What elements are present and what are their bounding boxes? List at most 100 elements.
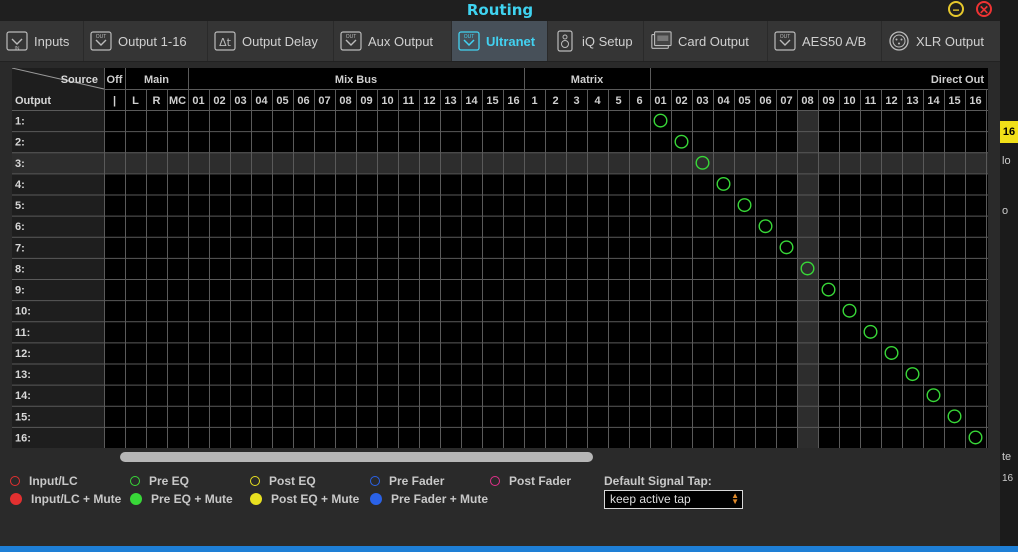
routing-grid[interactable]: Off Main Mix Bus Matrix Direct Out Source Outp… [12, 68, 988, 448]
legend-label: Pre EQ + Mute [151, 492, 233, 506]
route-marker [968, 430, 983, 445]
column-label: R [153, 95, 161, 107]
legend-input-lc: Input/LC [10, 474, 78, 488]
legend-pre-eq: Pre EQ [130, 474, 189, 488]
corner-source-label: Source [61, 74, 98, 86]
route-marker [863, 324, 878, 339]
route-marker [716, 176, 731, 191]
column-label: 12 [885, 95, 897, 107]
close-button[interactable]: ✕ [976, 1, 992, 17]
corner-output-label: Output [15, 95, 51, 107]
route-marker [947, 409, 962, 424]
column-label: 1 [531, 95, 537, 107]
column-label: 10 [381, 95, 393, 107]
column-label: 16 [507, 95, 519, 107]
route-marker [821, 282, 836, 297]
xlr-icon [888, 29, 910, 53]
legend-label: Post EQ + Mute [271, 492, 360, 506]
legend-pre-fader: Pre Fader [370, 474, 444, 488]
column-label: 09 [822, 95, 834, 107]
minimize-button[interactable]: − [948, 1, 964, 17]
row-label: 10: [15, 306, 31, 318]
column-label: 14 [927, 95, 940, 107]
row-label: 1: [15, 116, 25, 128]
row-label: 13: [15, 369, 31, 381]
tab-ultranet[interactable]: OUT Ultranet [452, 21, 548, 61]
column-label: 2 [552, 95, 558, 107]
row-label: 9: [15, 285, 25, 297]
column-label: 4 [594, 95, 601, 107]
legend-post-eq: Post EQ [250, 474, 316, 488]
column-label: 16 [969, 95, 981, 107]
route-marker [926, 388, 941, 403]
default-signal-tap-value: keep active tap [610, 492, 691, 506]
column-label: MC [169, 95, 186, 107]
column-label: 13 [906, 95, 918, 107]
tab-inputs[interactable]: IN Inputs [0, 21, 84, 61]
title-bar: Routing − ✕ [0, 0, 1000, 21]
tab-iq-setup[interactable]: iQ Setup [548, 21, 644, 61]
svg-text:OUT: OUT [464, 34, 475, 40]
speaker-icon [554, 29, 576, 53]
card-icon [650, 29, 672, 53]
route-marker [674, 134, 689, 149]
column-label: 3 [573, 95, 579, 107]
delta-t-icon: Δt [214, 29, 236, 53]
routing-window: Routing − ✕ IN Inputs OUT Output 1-16 Δt… [0, 0, 1000, 546]
column-label: | [113, 95, 116, 107]
column-label: 08 [801, 95, 813, 107]
legend-label: Input/LC [29, 474, 78, 488]
blue-ring-icon [370, 476, 380, 486]
tab-label: Aux Output [368, 33, 434, 49]
column-label: 03 [696, 95, 708, 107]
column-label: 09 [360, 95, 372, 107]
column-label: 05 [276, 95, 288, 107]
legend-label: Post Fader [509, 474, 572, 488]
row-label: 7: [15, 242, 25, 254]
row-label: 11: [15, 327, 30, 339]
blue-dot-icon [370, 493, 382, 505]
column-label: 06 [759, 95, 771, 107]
tab-card-output[interactable]: Card Output [644, 21, 768, 61]
tab-aes50-ab[interactable]: OUT AES50 A/B [768, 21, 882, 61]
horizontal-scrollbar[interactable] [12, 450, 988, 464]
legend-pre-eq-mute: Pre EQ + Mute [130, 492, 233, 506]
svg-text:OUT: OUT [780, 34, 791, 40]
red-dot-icon [10, 493, 22, 505]
column-label: 11 [403, 95, 415, 107]
legend-label: Pre Fader + Mute [391, 492, 489, 506]
default-signal-tap-label: Default Signal Tap: [604, 474, 712, 488]
group-header: Off [107, 74, 123, 86]
tab-output-delay[interactable]: Δt Output Delay [208, 21, 334, 61]
tab-label: Output Delay [242, 33, 318, 49]
tab-label: Inputs [34, 33, 70, 49]
tab-xlr-output[interactable]: XLR Output [882, 21, 1000, 61]
tab-aux-output[interactable]: OUT Aux Output [334, 21, 452, 61]
column-label: 04 [255, 95, 268, 107]
default-signal-tap-select[interactable]: keep active tap ▲ ▼ [604, 490, 743, 509]
route-marker [653, 113, 668, 128]
routing-tabs: IN Inputs OUT Output 1-16 Δt Output Dela… [0, 21, 1000, 62]
input-icon: IN [6, 29, 28, 53]
route-marker [737, 198, 752, 213]
column-label: 14 [465, 95, 478, 107]
column-label: 01 [192, 95, 204, 107]
taskbar-edge [0, 546, 1018, 552]
column-label: 02 [213, 95, 225, 107]
tab-label: Card Output [678, 33, 749, 49]
row-label: 3: [15, 158, 25, 170]
row-label: 12: [15, 348, 31, 360]
svg-text:IN: IN [15, 46, 20, 52]
routing-matrix[interactable]: Off Main Mix Bus Matrix Direct Out Source Outp… [12, 68, 988, 448]
tab-output-1-16[interactable]: OUT Output 1-16 [84, 21, 208, 61]
output-icon: OUT [774, 29, 796, 53]
route-marker [842, 303, 857, 318]
row-label: 16: [15, 432, 31, 444]
column-label: 02 [675, 95, 687, 107]
row-label: 15: [15, 411, 31, 423]
scrollbar-thumb[interactable] [120, 452, 593, 462]
background-text: o [1002, 205, 1009, 217]
column-label: 5 [615, 95, 621, 107]
legend-label: Input/LC + Mute [31, 492, 122, 506]
column-label: 07 [318, 95, 330, 107]
